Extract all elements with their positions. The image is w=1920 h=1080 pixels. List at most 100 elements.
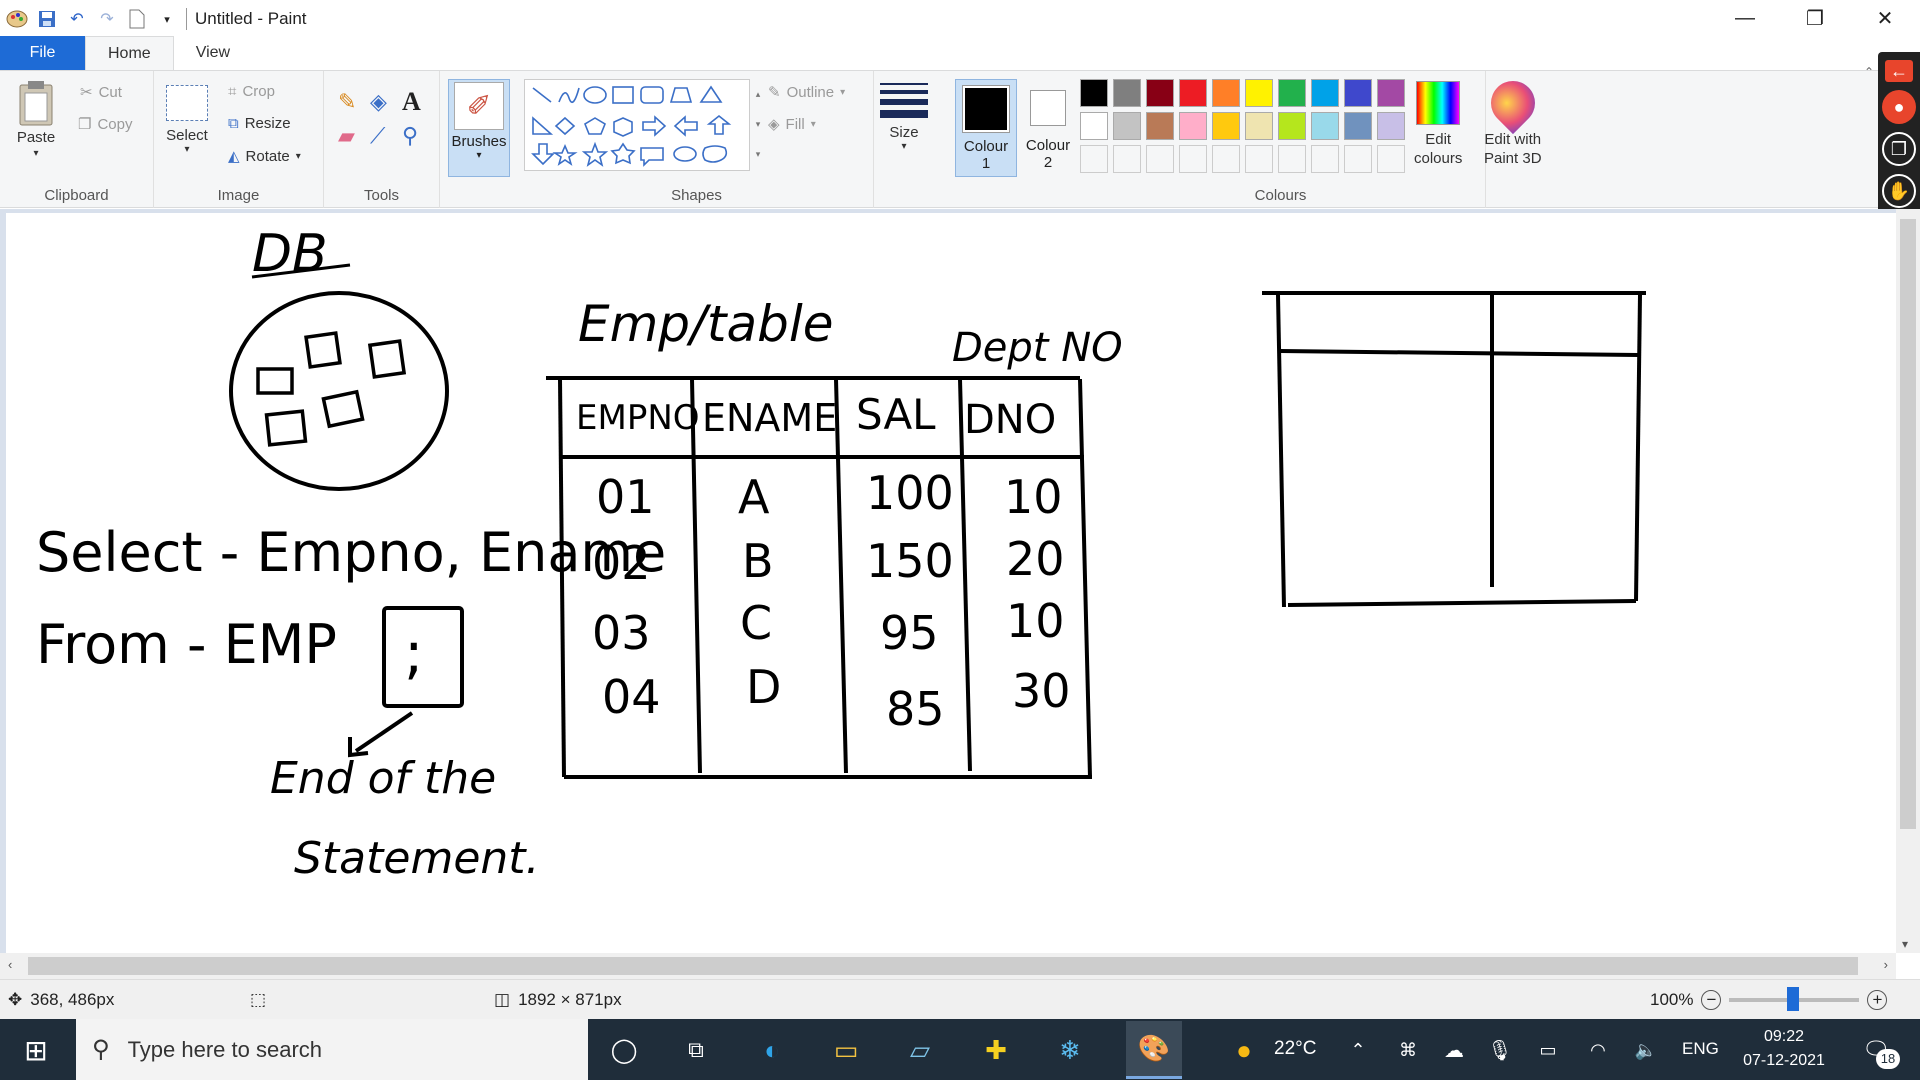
clock[interactable]: 09:22 07-12-2021 <box>1734 1025 1834 1073</box>
show-hidden-icons[interactable]: ⌃ <box>1340 1032 1376 1068</box>
input-language[interactable]: ENG <box>1682 1039 1719 1059</box>
palette-swatch[interactable] <box>1245 112 1273 140</box>
resize-button[interactable]: ⧉ Resize <box>228 115 291 132</box>
undo-icon[interactable]: ↶ <box>66 8 88 30</box>
windows-start-icon[interactable]: ⊞ <box>18 1032 54 1068</box>
scroll-right-icon[interactable]: › <box>1884 957 1888 972</box>
colour1-button[interactable]: Colour 1 <box>955 79 1017 177</box>
vertical-scroll-thumb[interactable] <box>1900 219 1916 829</box>
close-button[interactable]: ✕ <box>1850 0 1920 36</box>
palette-swatch[interactable] <box>1344 112 1372 140</box>
drawing-canvas[interactable]: D B Select - Empno, Ename From - EMP ; En… <box>0 209 1896 953</box>
color-picker-icon[interactable]: ⟋ <box>370 123 385 149</box>
scroll-left-icon[interactable]: ‹ <box>8 957 12 972</box>
tab-file[interactable]: File <box>0 36 85 70</box>
window-switch-icon[interactable]: ❐ <box>1882 132 1916 166</box>
taskbar-search-box[interactable]: ⚲ Type here to search <box>76 1019 588 1080</box>
scroll-down-icon[interactable]: ▾ <box>1902 937 1908 951</box>
customize-qa-dropdown-icon[interactable]: ▾ <box>156 8 178 30</box>
custom-palette-swatch[interactable] <box>1377 145 1405 173</box>
crop-button[interactable]: ⌗ Crop <box>228 83 275 100</box>
snowflake-app-icon[interactable]: ❄ <box>1052 1032 1088 1068</box>
shapes-gallery[interactable] <box>524 79 750 171</box>
palette-swatch[interactable] <box>1179 112 1207 140</box>
paste-button[interactable]: Paste ▾ <box>16 79 56 159</box>
zoom-in-icon[interactable]: + <box>1867 989 1888 1010</box>
eraser-icon[interactable]: ▰ <box>338 123 355 149</box>
custom-palette-swatch[interactable] <box>1080 145 1108 173</box>
back-arrow-icon[interactable]: ← <box>1885 60 1913 82</box>
weather-temp[interactable]: 22°C <box>1274 1038 1316 1060</box>
zoom-slider[interactable] <box>1729 986 1860 1011</box>
edit-paint3d-button[interactable]: Edit with Paint 3D <box>1481 71 1544 167</box>
custom-palette-swatch[interactable] <box>1113 145 1141 173</box>
save-icon[interactable] <box>36 8 58 30</box>
outline-button[interactable]: ✎ Outline ▾ <box>768 83 845 102</box>
custom-palette-swatch[interactable] <box>1179 145 1207 173</box>
horizontal-scroll-thumb[interactable] <box>28 957 1858 975</box>
fill-button[interactable]: ◈ Fill ▾ <box>768 115 816 134</box>
palette-swatch[interactable] <box>1212 112 1240 140</box>
palette-swatch[interactable] <box>1212 79 1240 107</box>
palette-swatch[interactable] <box>1278 79 1306 107</box>
custom-palette-swatch[interactable] <box>1278 145 1306 173</box>
onedrive-cloud-icon[interactable]: ☁ <box>1436 1032 1472 1068</box>
custom-palette-swatch[interactable] <box>1245 145 1273 173</box>
fill-bucket-icon[interactable]: ◈ <box>370 89 387 115</box>
task-view-icon[interactable]: ⧉ <box>678 1032 714 1068</box>
paint-app-icon[interactable] <box>6 8 28 30</box>
colour2-button[interactable]: Colour 2 <box>1017 79 1079 177</box>
palette-swatch[interactable] <box>1377 79 1405 107</box>
meet-now-icon[interactable]: ⌘ <box>1390 1032 1426 1068</box>
custom-palette-swatch[interactable] <box>1311 145 1339 173</box>
palette-swatch[interactable] <box>1080 112 1108 140</box>
microphone-tray-icon[interactable]: 🎙 <box>1482 1032 1518 1068</box>
minimize-button[interactable]: — <box>1710 0 1780 36</box>
ribbon-collapse-icon[interactable]: ⌃ <box>1864 65 1874 79</box>
edit-colours-button[interactable]: Edit colours <box>1414 81 1462 167</box>
magnifier-icon[interactable]: ⚲ <box>402 123 418 149</box>
palette-swatch[interactable] <box>1377 112 1405 140</box>
palette-swatch[interactable] <box>1113 79 1141 107</box>
edge-browser-icon[interactable]: ◐ <box>754 1032 790 1068</box>
text-tool-icon[interactable]: A <box>402 87 421 117</box>
palette-swatch[interactable] <box>1245 79 1273 107</box>
battery-icon[interactable]: ▭ <box>1530 1032 1566 1068</box>
cut-button[interactable]: ✂ Cut <box>80 83 122 102</box>
palette-swatch[interactable] <box>1080 79 1108 107</box>
custom-palette-swatch[interactable] <box>1212 145 1240 173</box>
palette-swatch[interactable] <box>1311 112 1339 140</box>
tab-view[interactable]: View <box>174 36 252 70</box>
volume-icon[interactable]: 🔈 <box>1628 1032 1664 1068</box>
tab-home[interactable]: Home <box>85 36 174 70</box>
palette-swatch[interactable] <box>1179 79 1207 107</box>
hand-icon[interactable]: ✋ <box>1882 174 1916 208</box>
copy-button[interactable]: ❐ Copy <box>78 115 132 134</box>
palette-swatch[interactable] <box>1311 79 1339 107</box>
redo-icon[interactable]: ↷ <box>96 8 118 30</box>
brushes-button[interactable]: ✐ Brushes ▾ <box>448 79 510 177</box>
zoom-out-icon[interactable]: − <box>1701 989 1722 1010</box>
custom-palette-swatch[interactable] <box>1146 145 1174 173</box>
select-button[interactable]: Select ▾ <box>166 85 208 155</box>
app-plus-icon[interactable]: ✚ <box>978 1032 1014 1068</box>
microphone-icon[interactable]: ● <box>1882 90 1916 124</box>
palette-swatch[interactable] <box>1146 79 1174 107</box>
pencil-icon[interactable]: ✎ <box>338 89 356 115</box>
size-button[interactable]: Size ▾ <box>880 81 928 152</box>
wifi-icon[interactable]: ◠ <box>1580 1032 1616 1068</box>
palette-swatch[interactable] <box>1344 79 1372 107</box>
restore-button[interactable]: ❐ <box>1780 0 1850 36</box>
new-file-icon[interactable] <box>126 8 148 30</box>
cortana-icon[interactable]: ◯ <box>606 1032 642 1068</box>
palette-swatch[interactable] <box>1113 112 1141 140</box>
rotate-button[interactable]: ◭ Rotate ▾ <box>228 147 301 166</box>
vertical-scrollbar[interactable]: ▾ <box>1896 209 1920 953</box>
paint-taskbar-icon[interactable]: 🎨 <box>1126 1021 1182 1079</box>
notepad-icon[interactable]: ▱ <box>902 1032 938 1068</box>
zoom-slider-thumb[interactable] <box>1787 986 1800 1011</box>
file-explorer-icon[interactable]: ▭ <box>828 1032 864 1068</box>
shapes-scroll[interactable]: ▴ ▾ ▾ <box>752 79 764 171</box>
horizontal-scrollbar[interactable]: ‹ › <box>0 953 1896 979</box>
palette-swatch[interactable] <box>1278 112 1306 140</box>
